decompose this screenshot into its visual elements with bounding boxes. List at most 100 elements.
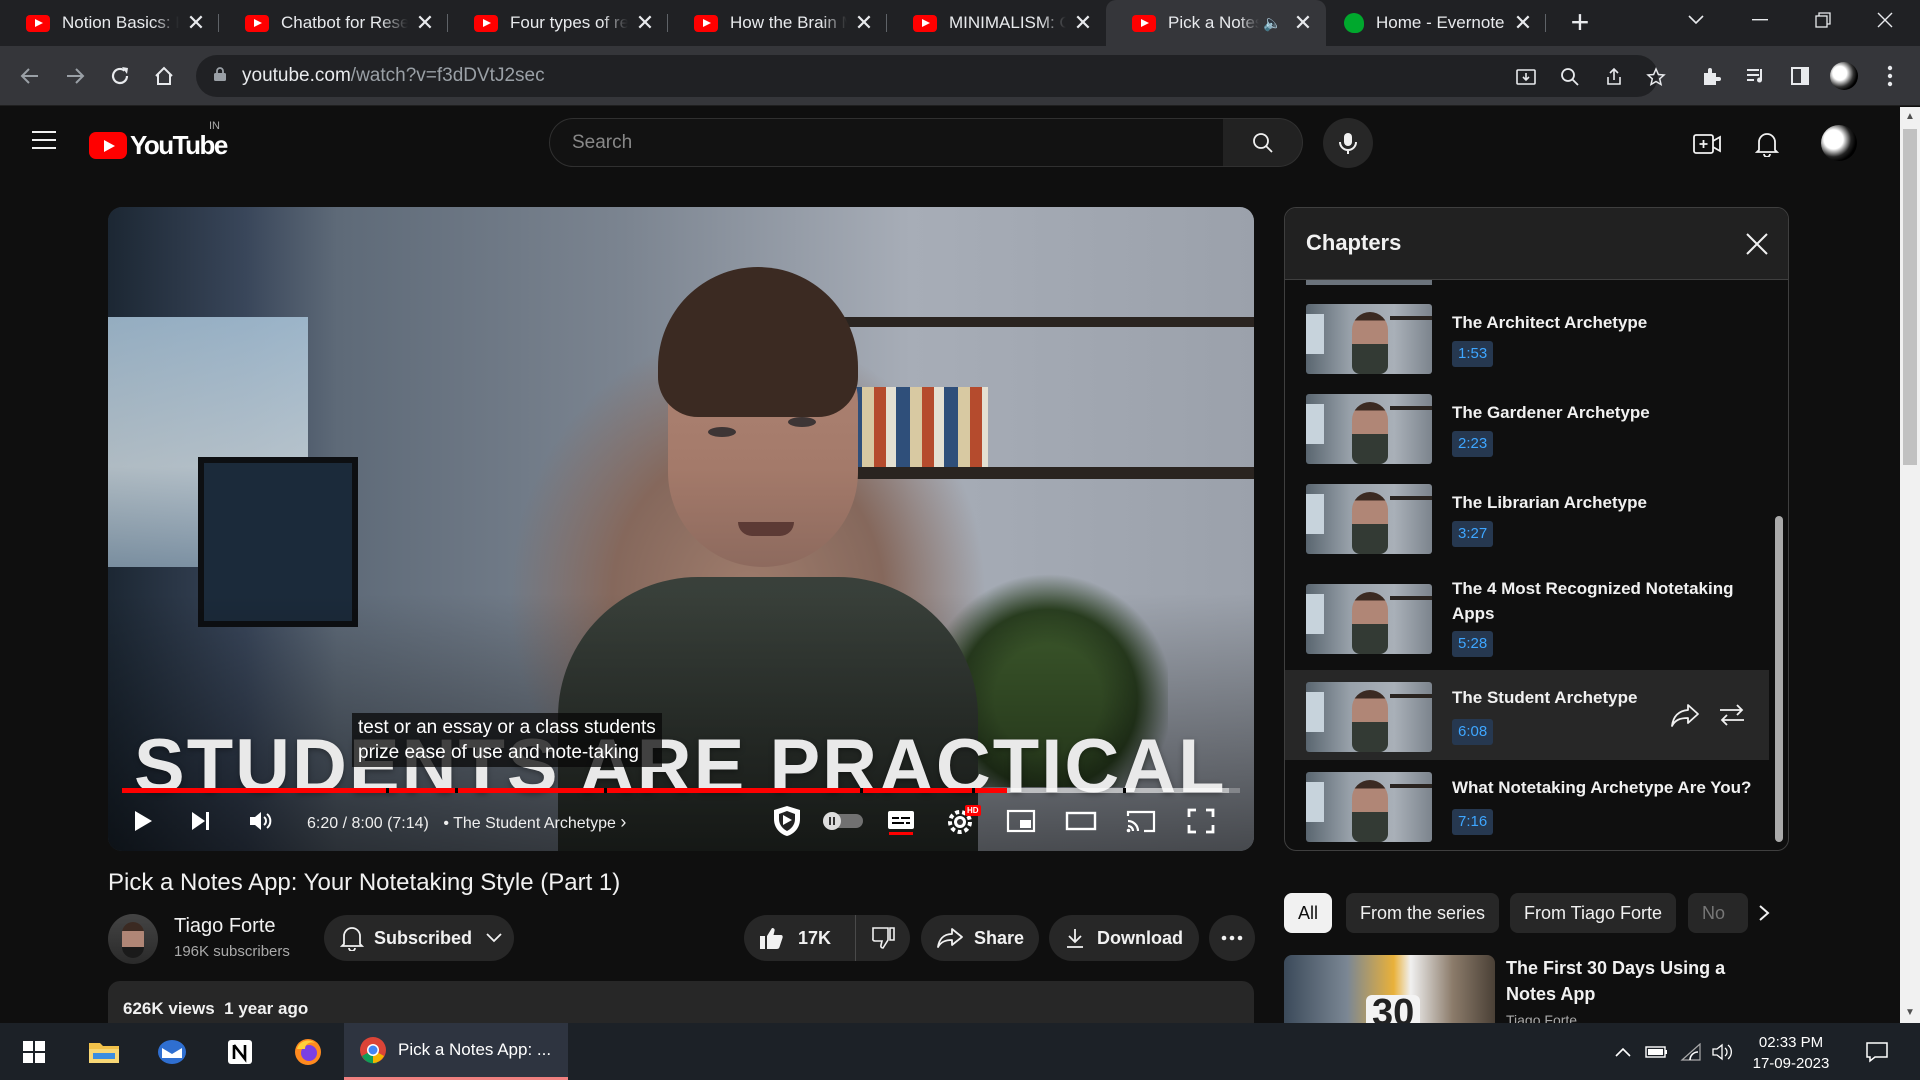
reload-icon[interactable] — [102, 58, 138, 94]
close-tab-icon[interactable]: ✕ — [1512, 10, 1534, 35]
forward-icon[interactable] — [57, 58, 93, 94]
scrollbar-thumb[interactable] — [1903, 129, 1917, 465]
scroll-up-arrow-icon[interactable]: ▲ — [1900, 107, 1920, 127]
chapter-item[interactable]: What Notetaking Archetype Are You? 7:16 — [1285, 760, 1769, 850]
share-chapter-icon[interactable] — [1669, 699, 1701, 731]
page-scrollbar[interactable]: ▲ ▼ — [1900, 107, 1920, 1023]
close-tab-icon[interactable]: ✕ — [414, 10, 436, 35]
channel-name[interactable]: Tiago Forte — [174, 915, 276, 938]
chapter-timestamp[interactable]: 2:23 — [1452, 431, 1494, 457]
sponsorblock-button[interactable] — [764, 803, 810, 839]
recommended-video-title[interactable]: The First 30 Days Using a Notes App — [1506, 955, 1746, 1007]
firefox-icon[interactable] — [286, 1023, 330, 1080]
battery-icon[interactable] — [1645, 1023, 1671, 1080]
next-button[interactable] — [178, 803, 224, 839]
recommended-video-thumbnail[interactable]: 30 — [1284, 955, 1495, 1025]
close-tab-icon[interactable]: ✕ — [1072, 10, 1094, 35]
account-avatar[interactable] — [1821, 125, 1857, 161]
progress-bar[interactable] — [122, 788, 1240, 793]
close-window-button[interactable] — [1855, 0, 1915, 40]
settings-button[interactable]: HD — [938, 803, 984, 839]
chapter-item[interactable]: The Librarian Archetype 3:27 — [1285, 472, 1769, 562]
channel-avatar[interactable] — [108, 914, 158, 964]
chapter-timestamp[interactable]: 3:27 — [1452, 521, 1494, 547]
browser-menu-icon[interactable] — [1876, 62, 1904, 90]
autoplay-toggle[interactable] — [818, 803, 868, 839]
profile-avatar[interactable] — [1830, 62, 1858, 90]
tab-search-icon[interactable] — [1666, 0, 1726, 40]
new-tab-button[interactable]: + — [1562, 5, 1598, 41]
chip-from-the-series[interactable]: From the series — [1346, 893, 1500, 933]
chapters-scrollbar[interactable] — [1775, 516, 1783, 842]
home-icon[interactable] — [146, 58, 182, 94]
play-button[interactable] — [120, 803, 166, 839]
fullscreen-button[interactable] — [1178, 803, 1224, 839]
chips-next-button[interactable] — [1748, 897, 1780, 929]
chapter-timestamp[interactable]: 1:53 — [1452, 341, 1494, 367]
more-actions-button[interactable] — [1209, 915, 1255, 961]
close-tab-icon[interactable]: ✕ — [185, 10, 207, 35]
subtitles-button[interactable] — [878, 803, 924, 839]
like-button[interactable]: 17K — [744, 915, 856, 961]
start-button[interactable] — [14, 1023, 54, 1080]
close-icon[interactable] — [1743, 230, 1771, 258]
voice-search-button[interactable] — [1323, 118, 1373, 168]
theater-mode-button[interactable] — [1058, 803, 1104, 839]
side-panel-icon[interactable] — [1786, 62, 1814, 90]
back-icon[interactable] — [12, 58, 48, 94]
browser-tab[interactable]: Four types of research ✕ — [448, 0, 668, 46]
mail-app-icon[interactable] — [150, 1023, 194, 1080]
browser-tab[interactable]: Chatbot for Research ✕ — [219, 0, 448, 46]
chip-from-tiago-forte[interactable]: From Tiago Forte — [1510, 893, 1677, 933]
video-player[interactable]: STUDENTS ARE PRACTICAL test or an essay … — [108, 207, 1254, 851]
close-tab-icon[interactable]: ✕ — [1292, 10, 1314, 35]
share-page-icon[interactable] — [1602, 65, 1626, 89]
subscribe-button[interactable]: Subscribed — [324, 915, 514, 961]
browser-tab[interactable]: MINIMALISM: Official ✕ — [887, 0, 1106, 46]
bookmark-star-icon[interactable] — [1644, 65, 1668, 89]
chapter-item-active[interactable]: The Student Archetype 6:08 — [1285, 670, 1769, 760]
taskbar-app-chrome[interactable]: Pick a Notes App: ... — [344, 1023, 568, 1080]
install-app-icon[interactable] — [1514, 65, 1538, 89]
share-button[interactable]: Share — [921, 915, 1039, 961]
chapter-item[interactable]: The 4 Most Recognized Notetaking Apps 5:… — [1285, 562, 1769, 670]
volume-icon[interactable] — [1712, 1023, 1736, 1080]
scroll-down-arrow-icon[interactable]: ▼ — [1900, 1003, 1920, 1023]
media-controls-icon[interactable] — [1742, 62, 1770, 90]
chapter-item[interactable]: The Gardener Archetype 2:23 — [1285, 382, 1769, 472]
dislike-button[interactable] — [856, 915, 910, 961]
notification-center-icon[interactable] — [1860, 1023, 1894, 1080]
mute-button[interactable] — [238, 803, 284, 839]
notifications-bell-icon[interactable] — [1752, 129, 1782, 159]
zoom-icon[interactable] — [1558, 65, 1582, 89]
speaker-icon[interactable]: 🔈 — [1263, 14, 1282, 32]
search-input[interactable]: Search — [549, 118, 1224, 167]
minimize-window-button[interactable] — [1730, 0, 1790, 40]
browser-tab[interactable]: How the Brain Makes ✕ — [668, 0, 887, 46]
browser-tab[interactable]: Notion Basics: How to ✕ — [0, 0, 219, 46]
show-hidden-icons-icon[interactable] — [1615, 1023, 1635, 1080]
cast-button[interactable] — [1118, 803, 1164, 839]
chapter-timestamp[interactable]: 7:16 — [1452, 809, 1494, 835]
file-explorer-icon[interactable] — [82, 1023, 126, 1080]
close-tab-icon[interactable]: ✕ — [634, 10, 656, 35]
loop-chapter-icon[interactable] — [1716, 699, 1748, 731]
address-bar[interactable]: youtube.com/watch?v=f3dDVtJ2sec — [196, 55, 1666, 97]
create-video-icon[interactable] — [1692, 129, 1722, 159]
browser-tab-active[interactable]: Pick a Notes App 🔈 ✕ — [1106, 0, 1326, 46]
browser-tab[interactable]: Home - Evernote ✕ — [1326, 0, 1546, 46]
current-chapter-button[interactable]: The Student Archetype › — [453, 812, 626, 832]
miniplayer-button[interactable] — [998, 803, 1044, 839]
chip-partial[interactable]: No — [1688, 893, 1748, 933]
chapter-item[interactable]: The Architect Archetype 1:53 — [1285, 292, 1769, 382]
close-tab-icon[interactable]: ✕ — [853, 10, 875, 35]
restore-window-button[interactable] — [1793, 0, 1853, 40]
lock-icon[interactable] — [214, 67, 226, 81]
search-button[interactable] — [1223, 118, 1303, 167]
notion-app-icon[interactable] — [218, 1023, 262, 1080]
youtube-logo[interactable]: YouTube IN — [89, 120, 228, 161]
chip-all[interactable]: All — [1284, 893, 1333, 933]
download-button[interactable]: Download — [1049, 915, 1199, 961]
chapter-timestamp[interactable]: 6:08 — [1452, 719, 1494, 745]
extensions-icon[interactable] — [1698, 62, 1726, 90]
